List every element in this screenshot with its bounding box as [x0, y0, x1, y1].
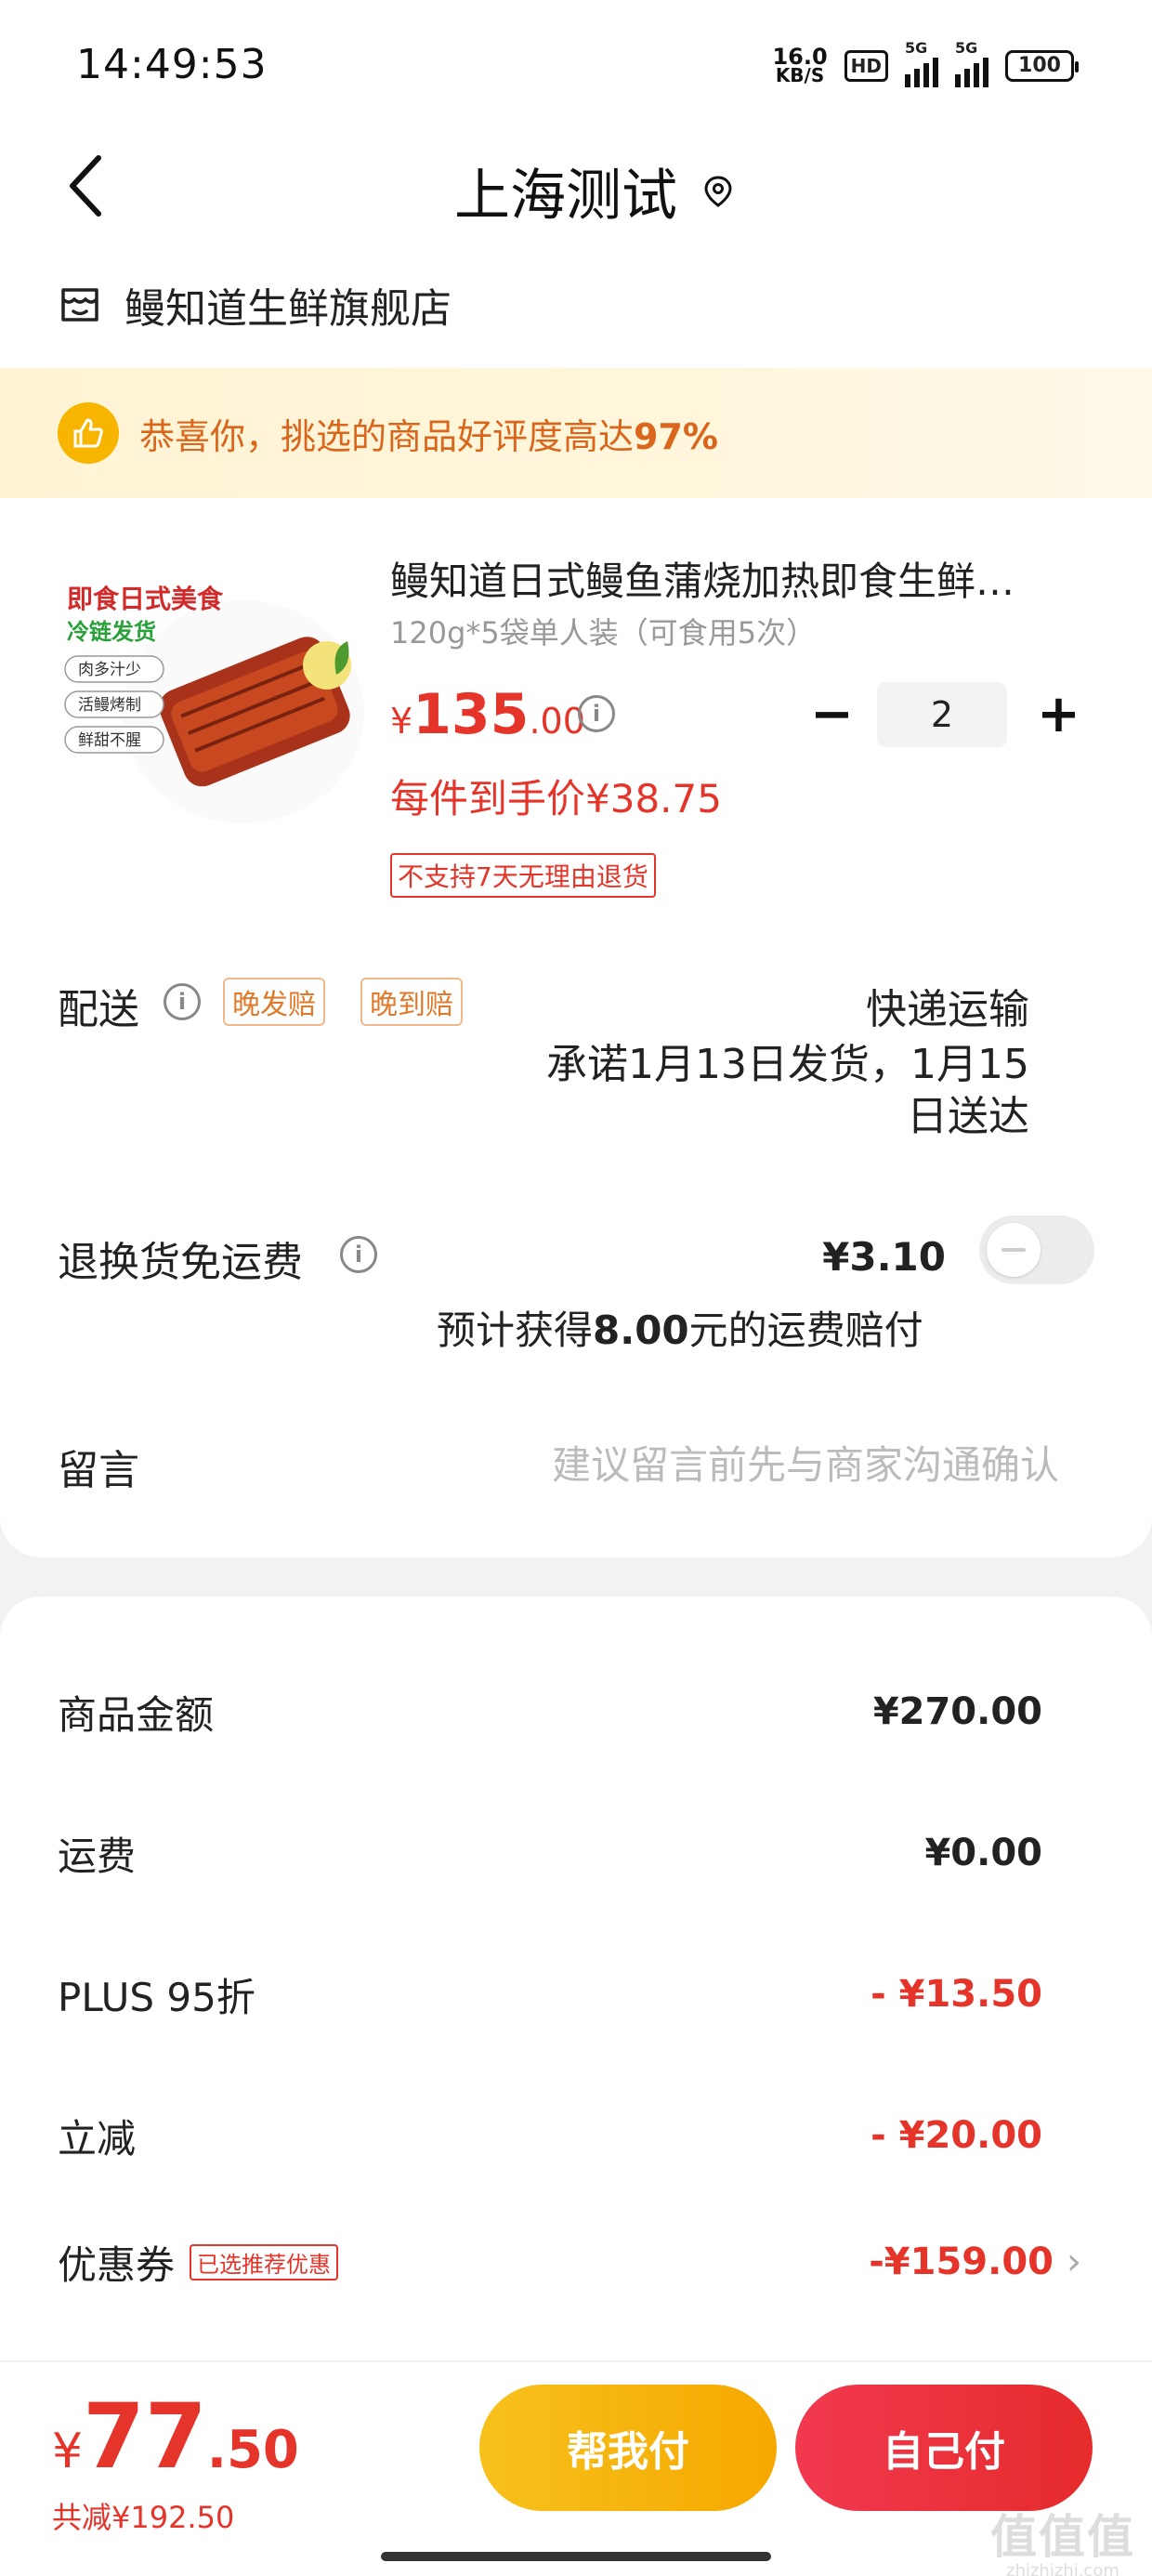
signal1-label: 5G [905, 39, 928, 57]
product-image-tag-1: 肉多汁少 [78, 661, 141, 679]
plus-discount-label: PLUS 95折 [58, 1974, 255, 2020]
banner-text-prefix: 恭喜你，挑选的商品好评度高达 [139, 415, 635, 457]
coupon-label-group: 优惠券 已选推荐优惠 [58, 2234, 339, 2291]
shop-row[interactable]: 鳗知道生鲜旗舰店 [0, 242, 1152, 368]
goods-amount-value: ¥270.00 [872, 1690, 1042, 1733]
late-arrive-tag: 晚到赔 [360, 978, 463, 1026]
product-image-subline: 冷链发货 [67, 619, 156, 645]
shipping-fee-value: ¥0.00 [924, 1832, 1042, 1874]
banner-text: 恭喜你，挑选的商品好评度高达97% [139, 408, 718, 459]
goods-amount-label: 商品金额 [58, 1691, 215, 1738]
delivery-label: 配送 [58, 986, 139, 1033]
product-image-tag-3: 鲜甜不腥 [78, 731, 141, 750]
net-speed: 16.0 KB/S [772, 44, 828, 86]
battery-icon: 100 [1005, 50, 1079, 82]
decrease-button[interactable]: − [810, 687, 854, 743]
status-bar: 14:49:53 16.0 KB/S HD 5G 5G 100 [0, 0, 1152, 130]
shipping-fee-row: 运费 ¥0.00 [58, 1825, 1042, 1881]
instant-discount-label: 立减 [58, 2115, 137, 2162]
increase-button[interactable]: + [1037, 687, 1080, 743]
product-image-tag-2: 活鳗烤制 [78, 696, 141, 715]
compensation-text: 预计获得8.00元的运费赔付 [437, 1299, 923, 1356]
total-decimal: .50 [206, 2420, 299, 2480]
late-ship-tag: 晚发赔 [223, 978, 325, 1026]
coupon-value: -¥159.00 [869, 2241, 1054, 2283]
goods-amount-row: 商品金额 ¥270.00 [58, 1684, 1042, 1740]
toggle-knob [987, 1223, 1041, 1277]
page-title: 上海测试 [454, 164, 677, 229]
page-title-row: 上海测试 [0, 151, 1152, 231]
thumbs-up-icon [58, 402, 119, 464]
product-spec: 120g*5袋单人装（可食用5次） [390, 615, 817, 651]
return-insurance-toggle[interactable] [979, 1216, 1094, 1284]
checkout-bar: ¥ 77 .50 共减¥192.50 帮我付 自己付 值值值 zhizhizhi… [0, 2360, 1152, 2576]
location-pin-icon [704, 175, 732, 207]
coupon-value-group: -¥159.00 › [869, 2241, 1081, 2283]
header: 上海测试 [0, 130, 1152, 242]
home-indicator[interactable] [381, 2552, 771, 2561]
coupon-label: 优惠券 [58, 2241, 176, 2288]
net-speed-unit: KB/S [775, 64, 825, 86]
compensation-suffix: 元的运费赔付 [688, 1308, 923, 1353]
message-label: 留言 [58, 1447, 139, 1494]
address-selector[interactable]: 上海测试 [454, 151, 735, 231]
status-icons: 16.0 KB/S HD 5G 5G 100 [772, 39, 1079, 87]
shipping-type[interactable]: 快递运输 [866, 976, 1029, 1035]
hd-icon: HD [844, 50, 888, 82]
total-integer: 77 [83, 2385, 207, 2489]
return-insurance-fee: ¥3.10 [822, 1234, 946, 1280]
watermark-sub: zhizhizhi.com [1006, 2561, 1119, 2576]
chevron-right-icon: › [1067, 2241, 1081, 2283]
help-pay-button[interactable]: 帮我付 [479, 2385, 777, 2511]
self-pay-button[interactable]: 自己付 [795, 2385, 1093, 2511]
status-time: 14:49:53 [76, 41, 268, 88]
banner-percent: 97% [634, 415, 718, 457]
signal-icon-2: 5G [955, 39, 988, 87]
price-decimal: .00 [529, 701, 585, 742]
shop-name: 鳗知道生鲜旗舰店 [124, 285, 452, 333]
plus-discount-row: PLUS 95折 - ¥13.50 [58, 1966, 1042, 2022]
total-price: ¥ 77 .50 [52, 2385, 299, 2489]
order-item-card: 即食日式美食 冷链发货 肉多汁少 活鳗烤制 鲜甜不腥 鳗知道日式鳗鱼蒲烧加热即食… [0, 498, 1152, 1557]
signal-icon: 5G [905, 39, 938, 87]
plus-discount-value: - ¥13.50 [871, 1973, 1042, 2016]
delivery-info-icon[interactable]: i [164, 983, 201, 1020]
return-insurance-info-icon[interactable]: i [340, 1236, 377, 1273]
message-input[interactable] [409, 1427, 1059, 1502]
watermark: 值值值 zhizhizhi.com [990, 2500, 1135, 2576]
signal2-label: 5G [955, 39, 978, 57]
total-saved: 共减¥192.50 [52, 2500, 235, 2535]
price-currency: ¥ [390, 701, 413, 742]
price-summary-card: 商品金额 ¥270.00 运费 ¥0.00 PLUS 95折 - ¥13.50 … [0, 1597, 1152, 2396]
product-image[interactable]: 即食日式美食 冷链发货 肉多汁少 活鳗烤制 鲜甜不腥 [58, 563, 364, 842]
each-price: 每件到手价¥38.75 [390, 776, 722, 821]
instant-discount-row: 立减 - ¥20.00 [58, 2108, 1042, 2163]
product-title[interactable]: 鳗知道日式鳗鱼蒲烧加热即食生鲜… [390, 550, 1068, 607]
quantity-stepper: − 2 + [810, 682, 1080, 747]
product-price: ¥ 135 .00 [390, 682, 585, 747]
coupon-row[interactable]: 优惠券 已选推荐优惠 -¥159.00 › [58, 2234, 1081, 2290]
compensation-amount: 8.00 [593, 1308, 689, 1353]
shop-icon [61, 288, 98, 322]
shipping-promise: 承诺1月13日发货，1月15日送达 [546, 1041, 1029, 1140]
rating-banner: 恭喜你，挑选的商品好评度高达97% [0, 368, 1152, 498]
product-image-headline: 即食日式美食 [67, 584, 224, 614]
quantity-field[interactable]: 2 [877, 682, 1007, 747]
no-return-badge: 不支持7天无理由退货 [390, 853, 656, 898]
price-integer: 135 [412, 682, 530, 747]
order-confirm-page: 14:49:53 16.0 KB/S HD 5G 5G 100 上海测试 鳗知道… [0, 0, 1152, 2576]
price-info-icon[interactable]: i [578, 695, 615, 732]
watermark-main: 值值值 [990, 2510, 1135, 2564]
return-insurance-label: 退换货免运费 [58, 1239, 303, 1286]
total-currency: ¥ [52, 2424, 84, 2479]
coupon-recommend-tag: 已选推荐优惠 [190, 2243, 339, 2280]
net-speed-value: 16.0 [772, 44, 828, 70]
instant-discount-value: - ¥20.00 [871, 2114, 1042, 2157]
shipping-fee-label: 运费 [58, 1833, 137, 1879]
compensation-prefix: 预计获得 [437, 1308, 594, 1353]
